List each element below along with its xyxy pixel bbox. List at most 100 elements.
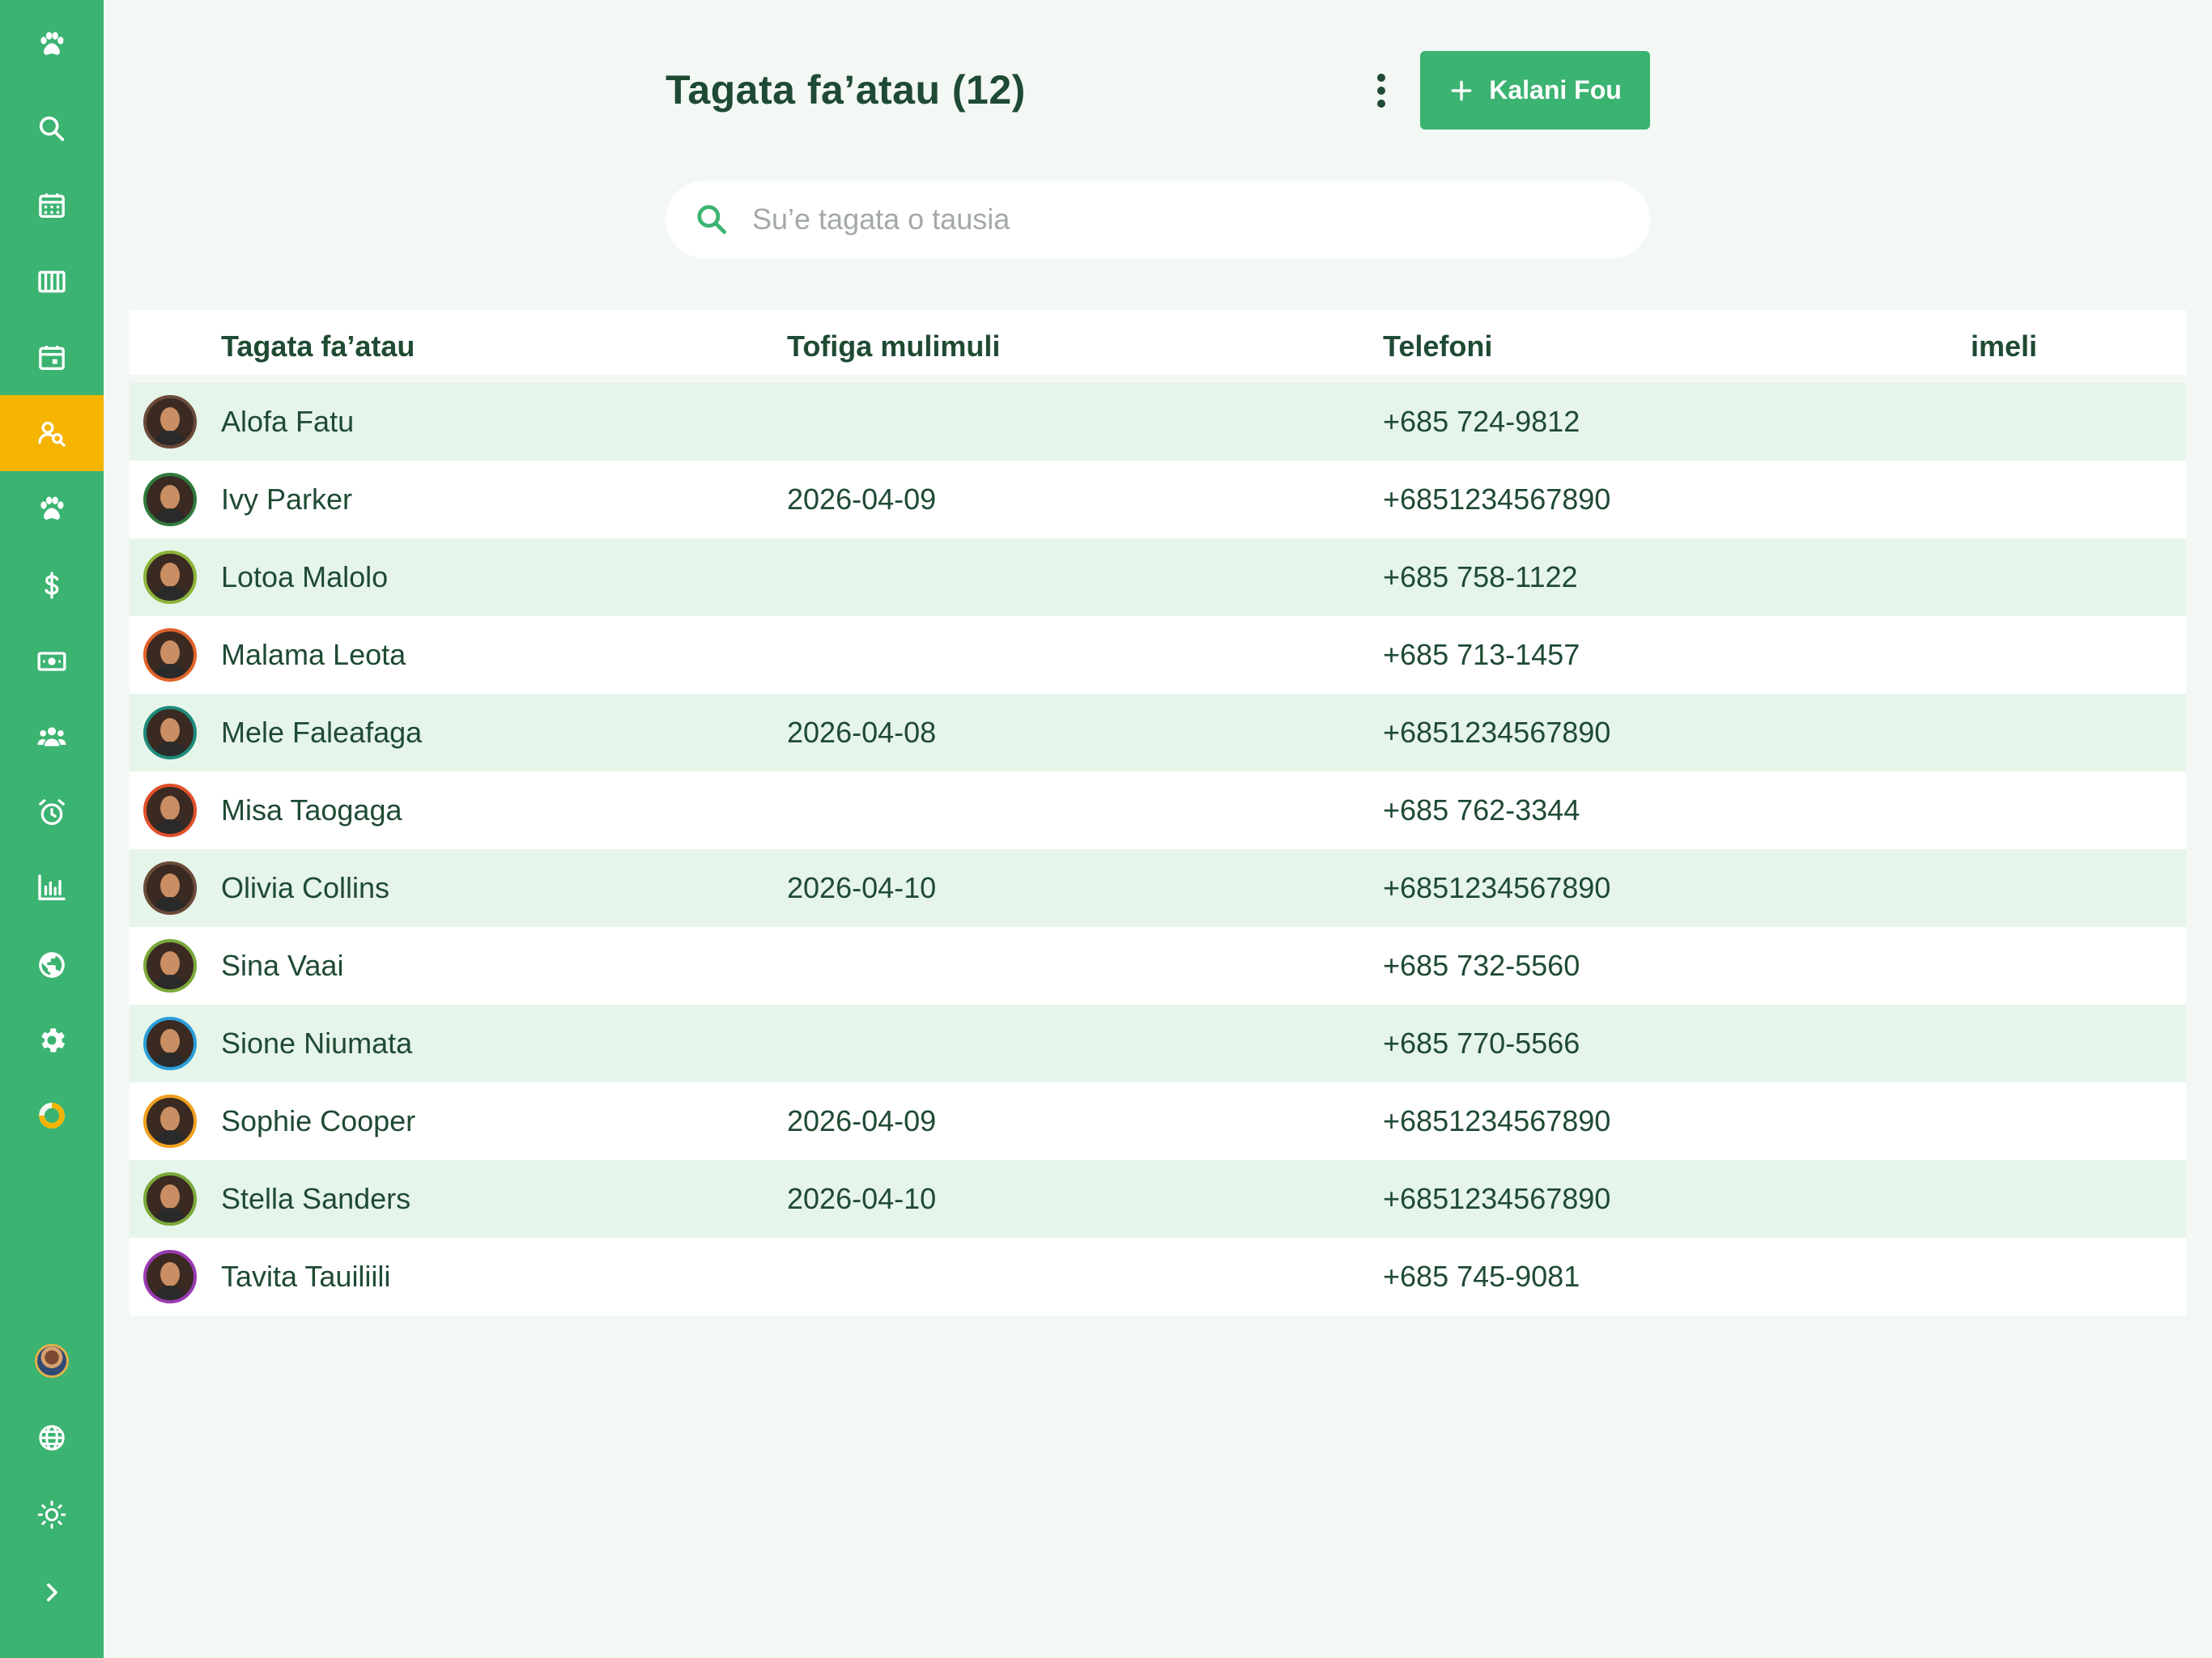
client-name: Sina Vaai: [221, 949, 344, 982]
phone-number: +685 745-9081: [1383, 1260, 1580, 1293]
client-name: Misa Taogaga: [221, 793, 402, 827]
avatar-cell: [143, 849, 197, 927]
avatar: [143, 1017, 197, 1070]
plus-icon: [1451, 80, 1472, 100]
sidebar-item-reminders[interactable]: [0, 775, 104, 851]
last-appointment: 2026-04-09: [787, 483, 937, 516]
table-row[interactable]: Sina Vaai +685 732-5560: [130, 927, 2186, 1005]
avatar-cell: [143, 538, 197, 616]
sidebar-item-calendar[interactable]: [0, 168, 104, 244]
paw-logo-icon[interactable]: [0, 6, 104, 83]
avatar: [143, 473, 197, 526]
cash-icon: [37, 652, 66, 671]
avatar: [143, 861, 197, 915]
table-row[interactable]: Tavita Tauiliili +685 745-9081: [130, 1238, 2186, 1316]
avatar: [143, 628, 197, 682]
table-row[interactable]: Stella Sanders 2026-04-10 +6851234567890: [130, 1160, 2186, 1238]
phone-number: +685 770-5566: [1383, 1027, 1580, 1060]
table-row[interactable]: Mele Faleafaga 2026-04-08 +6851234567890: [130, 694, 2186, 772]
sidebar-item-team[interactable]: [0, 699, 104, 775]
avatar-cell: [143, 616, 197, 694]
chevron-right-icon: [47, 1584, 57, 1601]
sidebar-expand[interactable]: [0, 1554, 104, 1630]
add-client-button[interactable]: Kalani Fou: [1420, 51, 1650, 130]
phone-number: +6851234567890: [1383, 483, 1611, 516]
client-name: Mele Faleafaga: [221, 716, 423, 749]
avatar: [143, 1095, 197, 1148]
sidebar-item-board[interactable]: [0, 244, 104, 320]
phone-number: +685 724-9812: [1383, 405, 1580, 438]
avatar: [143, 551, 197, 604]
sidebar-item-reports[interactable]: [0, 850, 104, 926]
sidebar-profile[interactable]: [0, 1323, 104, 1399]
avatar-cell: [143, 383, 197, 461]
table-row[interactable]: Misa Taogaga +685 762-3344: [130, 772, 2186, 849]
column-header-client[interactable]: Tagata fa’atau: [221, 310, 415, 383]
phone-number: +685 758-1122: [1383, 560, 1578, 593]
avatar: [143, 939, 197, 993]
table-body: Alofa Fatu +685 724-9812 Ivy Parker 2026-04…: [130, 383, 2186, 1316]
phone-number: +6851234567890: [1383, 871, 1611, 904]
sidebar-item-cash[interactable]: [0, 623, 104, 699]
sidebar-item-settings[interactable]: [0, 1002, 104, 1078]
phone-number: +685 713-1457: [1383, 638, 1580, 671]
language-globe-icon: [39, 1425, 65, 1451]
avatar: [143, 1250, 197, 1303]
column-header-email[interactable]: imeli: [1971, 310, 2037, 383]
client-name: Alofa Fatu: [221, 405, 355, 438]
gear-icon: [41, 1028, 66, 1052]
table-row[interactable]: Sophie Cooper 2026-04-09 +6851234567890: [130, 1082, 2186, 1160]
last-appointment: 2026-04-10: [787, 1182, 937, 1215]
avatar-cell: [143, 927, 197, 1005]
avatar-cell: [143, 694, 197, 772]
team-icon: [37, 727, 66, 746]
sidebar-item-web[interactable]: [0, 927, 104, 1003]
avatar: [143, 1172, 197, 1226]
calendar-grid-icon: [39, 193, 65, 218]
avatar-cell: [143, 461, 197, 538]
table-row[interactable]: Lotoa Malolo +685 758-1122: [130, 538, 2186, 616]
phone-number: +6851234567890: [1383, 1182, 1611, 1215]
sidebar-theme[interactable]: [0, 1477, 104, 1553]
client-name: Ivy Parker: [221, 483, 353, 516]
client-name: Tavita Tauiliili: [221, 1260, 391, 1293]
table-row[interactable]: Olivia Collins 2026-04-10 +6851234567890: [130, 849, 2186, 927]
last-appointment: 2026-04-09: [787, 1104, 937, 1137]
more-options-button[interactable]: [1360, 68, 1402, 113]
avatar-cell: [143, 1160, 197, 1238]
last-appointment: 2026-04-10: [787, 871, 937, 904]
sidebar-item-day[interactable]: [0, 320, 104, 396]
phone-number: +6851234567890: [1383, 1104, 1611, 1137]
calendar-day-icon: [39, 346, 65, 370]
table-row[interactable]: Ivy Parker 2026-04-09 +6851234567890: [130, 461, 2186, 538]
bar-chart-icon: [38, 874, 66, 900]
add-client-label: Kalani Fou: [1489, 75, 1622, 104]
search-icon: [697, 205, 726, 234]
table-row[interactable]: Malama Leota +685 713-1457: [130, 616, 2186, 694]
table-header: Tagata fa’atau Tofiga mulimuli Telefoni …: [130, 310, 2186, 383]
column-header-phone[interactable]: Telefoni: [1383, 310, 1492, 383]
paw-icon: [40, 496, 64, 520]
table-row[interactable]: Alofa Fatu +685 724-9812: [130, 383, 2186, 461]
phone-number: +6851234567890: [1383, 716, 1611, 749]
search-icon: [39, 116, 65, 142]
avatar: [143, 395, 197, 449]
sidebar-language[interactable]: [0, 1400, 104, 1476]
sidebar-item-payments[interactable]: [0, 547, 104, 623]
phone-number: +685 762-3344: [1383, 793, 1580, 827]
avatar-cell: [143, 1082, 197, 1160]
sidebar-item-pets[interactable]: [0, 471, 104, 547]
avatar-cell: [143, 1005, 197, 1082]
clients-table: Tagata fa’atau Tofiga mulimuli Telefoni …: [130, 310, 2186, 1316]
client-name: Sophie Cooper: [221, 1104, 416, 1137]
sidebar: [0, 0, 104, 1658]
client-name: Malama Leota: [221, 638, 406, 671]
more-vertical-icon: [1377, 74, 1385, 108]
sidebar-item-progress[interactable]: [0, 1078, 104, 1154]
sidebar-item-search[interactable]: [0, 91, 104, 167]
column-header-last-appointment[interactable]: Tofiga mulimuli: [787, 310, 1000, 383]
table-row[interactable]: Sione Niumata +685 770-5566: [130, 1005, 2186, 1082]
search-input[interactable]: [752, 195, 1602, 244]
alarm-icon: [39, 799, 65, 825]
sidebar-item-clients[interactable]: [0, 395, 104, 471]
